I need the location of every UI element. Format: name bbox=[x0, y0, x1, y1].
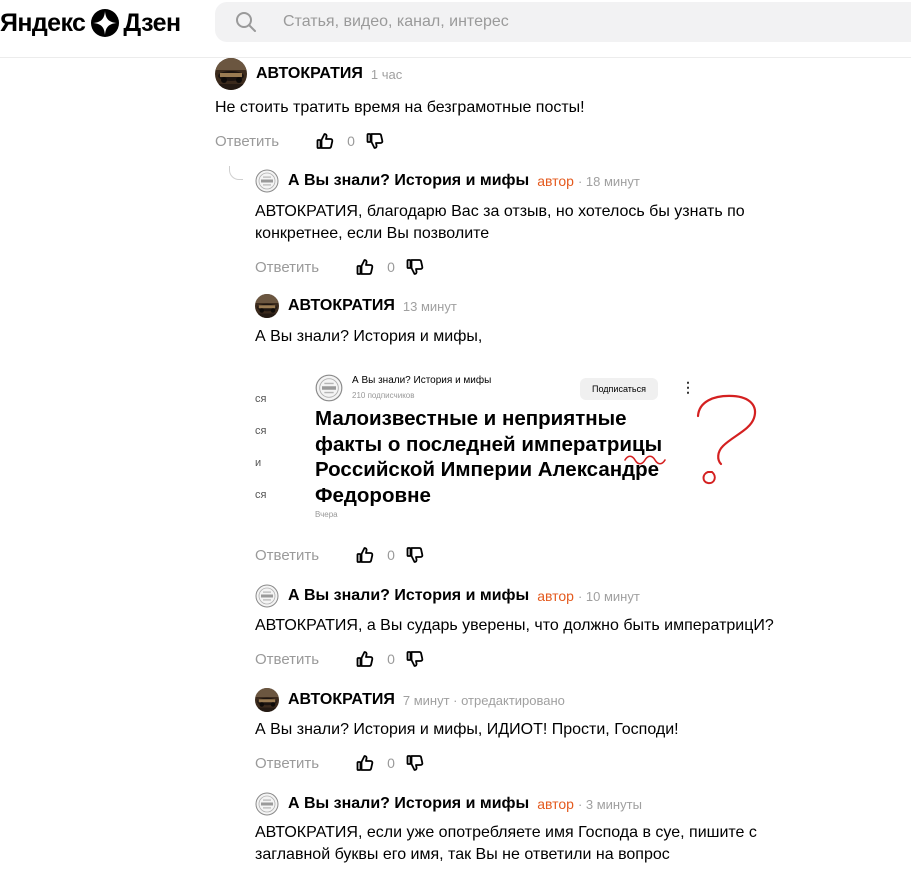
thumbs-down-icon[interactable] bbox=[365, 131, 385, 151]
comment-actions: Ответить 0 bbox=[215, 131, 385, 151]
embed-subscribers: 210 подписчиков bbox=[352, 391, 415, 400]
comment-text: Не стоить тратить время на безграмотные … bbox=[215, 97, 585, 119]
thumbs-down-icon[interactable] bbox=[405, 257, 425, 277]
zen-star-icon bbox=[91, 9, 120, 37]
embed-date: Вчера bbox=[315, 510, 338, 519]
embed-channel-name: А Вы знали? История и мифы bbox=[352, 375, 492, 386]
reply-button[interactable]: Ответить bbox=[255, 259, 319, 276]
comment-author[interactable]: АВТОКРАТИЯ bbox=[288, 297, 395, 315]
embed-title-line: Малоизвестные и неприятные bbox=[315, 407, 627, 430]
comment-text: АВТОКРАТИЯ, а Вы сударь уверены, что дол… bbox=[255, 615, 774, 637]
comment-author[interactable]: А Вы знали? История и мифы bbox=[288, 172, 529, 190]
comment-text-line: А Вы знали? История и мифы, bbox=[255, 328, 483, 345]
reply-button[interactable]: Ответить bbox=[255, 755, 319, 772]
logo-text-zen: Дзен bbox=[123, 8, 181, 37]
comment-text-line: заглавной буквы его имя, так Вы не ответ… bbox=[255, 846, 670, 863]
thumbs-down-icon[interactable] bbox=[405, 545, 425, 565]
cropped-text-fragment: ся bbox=[255, 393, 267, 405]
thread-connector bbox=[229, 166, 243, 180]
comment-text-line: АВТОКРАТИЯ, а Вы сударь уверены, что дол… bbox=[255, 617, 774, 634]
comment-text: А Вы знали? История и мифы, ИДИОТ! Прост… bbox=[255, 719, 679, 741]
reply-button[interactable]: Ответить bbox=[215, 133, 279, 150]
cropped-text-fragment: и bbox=[255, 457, 262, 469]
thumbs-up-icon[interactable] bbox=[355, 545, 375, 565]
like-count: 0 bbox=[387, 259, 395, 275]
comment-text-line: АВТОКРАТИЯ, если уже опотребляете имя Го… bbox=[255, 824, 757, 841]
embed-article-title: Малоизвестные и неприятные факты о после… bbox=[315, 406, 695, 508]
author-badge: автор bbox=[537, 173, 574, 189]
reply-button[interactable]: Ответить bbox=[255, 651, 319, 668]
comment-time: 13 минут bbox=[402, 298, 457, 314]
channel-logo-icon[interactable] bbox=[255, 792, 279, 816]
author-badge: автор bbox=[537, 588, 574, 604]
like-count: 0 bbox=[387, 755, 395, 771]
comment-text: АВТОКРАТИЯ, если уже опотребляете имя Го… bbox=[255, 822, 757, 866]
thumbs-down-icon[interactable] bbox=[405, 649, 425, 669]
comment-header: АВТОКРАТИЯ 13 минут bbox=[255, 290, 457, 322]
comment-header: А Вы знали? История и мифы автор · 10 ми… bbox=[255, 580, 640, 612]
comment-header: А Вы знали? История и мифы автор · 3 мин… bbox=[255, 788, 642, 820]
channel-logo-icon[interactable] bbox=[255, 169, 279, 193]
more-menu-icon: ⋮ bbox=[681, 379, 695, 395]
user-photo-avatar[interactable] bbox=[215, 58, 247, 90]
logo-text-yandex: Яндекс bbox=[0, 8, 86, 37]
author-badge: автор bbox=[537, 796, 574, 812]
comment-actions: Ответить 0 bbox=[255, 545, 425, 565]
like-count: 0 bbox=[347, 133, 355, 149]
comment-text: А Вы знали? История и мифы, bbox=[255, 326, 482, 348]
thumbs-up-icon[interactable] bbox=[355, 753, 375, 773]
comment-time: · 18 минут bbox=[577, 173, 640, 189]
channel-logo-icon bbox=[315, 374, 343, 402]
channel-logo-icon[interactable] bbox=[255, 584, 279, 608]
comment-time: · 3 минуты bbox=[577, 796, 642, 812]
comment-actions: Ответить 0 bbox=[255, 753, 425, 773]
user-photo-avatar[interactable] bbox=[255, 294, 279, 318]
comment-actions: Ответить 0 bbox=[255, 649, 425, 669]
header-divider bbox=[0, 57, 911, 58]
comment-text: АВТОКРАТИЯ, благодарю Вас за отзыв, но х… bbox=[255, 201, 745, 245]
embed-title-line: Федоровне bbox=[315, 483, 431, 507]
comment-time: · 10 минут bbox=[577, 588, 640, 604]
comment-time: 7 минут · отредактировано bbox=[402, 692, 565, 708]
comment-text-line: А Вы знали? История и мифы, ИДИОТ! Прост… bbox=[255, 721, 679, 738]
comment-header: АВТОКРАТИЯ 1 час bbox=[215, 58, 402, 90]
reply-button[interactable]: Ответить bbox=[255, 547, 319, 564]
comment-author[interactable]: А Вы знали? История и мифы bbox=[288, 795, 529, 813]
comment-text-line: АВТОКРАТИЯ, благодарю Вас за отзыв, но х… bbox=[255, 203, 745, 220]
user-photo-avatar[interactable] bbox=[255, 688, 279, 712]
search-input[interactable] bbox=[283, 13, 843, 31]
comment-header: АВТОКРАТИЯ 7 минут · отредактировано bbox=[255, 684, 565, 716]
comment-header: А Вы знали? История и мифы автор · 18 ми… bbox=[255, 165, 640, 197]
comment-text-line: конкретнее, если Вы позволите bbox=[255, 225, 490, 242]
attached-screenshot[interactable]: ся ся и ся А Вы знали? История и мифы 21… bbox=[255, 360, 775, 530]
top-header: Яндекс Дзен bbox=[0, 0, 911, 46]
comment-author[interactable]: АВТОКРАТИЯ bbox=[288, 691, 395, 709]
comment-text-line: Не стоить тратить время на безграмотные … bbox=[215, 99, 585, 116]
comment-time: 1 час bbox=[370, 66, 403, 82]
search-icon bbox=[236, 12, 256, 32]
cropped-text-fragment: ся bbox=[255, 489, 267, 501]
like-count: 0 bbox=[387, 651, 395, 667]
comment-actions: Ответить 0 bbox=[255, 257, 425, 277]
thumbs-up-icon[interactable] bbox=[315, 131, 335, 151]
embed-title-line: Российской Империи Александре bbox=[315, 458, 660, 481]
cropped-text-fragment: ся bbox=[255, 425, 267, 437]
yandex-zen-logo[interactable]: Яндекс Дзен bbox=[0, 6, 181, 40]
thumbs-up-icon[interactable] bbox=[355, 649, 375, 669]
like-count: 0 bbox=[387, 547, 395, 563]
thumbs-up-icon[interactable] bbox=[355, 257, 375, 277]
search-bar[interactable] bbox=[215, 2, 911, 42]
embed-title-line: факты о последней императрицы bbox=[315, 432, 663, 456]
thumbs-down-icon[interactable] bbox=[405, 753, 425, 773]
comment-author[interactable]: А Вы знали? История и мифы bbox=[288, 587, 529, 605]
comment-author[interactable]: АВТОКРАТИЯ bbox=[256, 65, 363, 83]
embed-subscribe-button: Подписаться bbox=[580, 378, 658, 400]
